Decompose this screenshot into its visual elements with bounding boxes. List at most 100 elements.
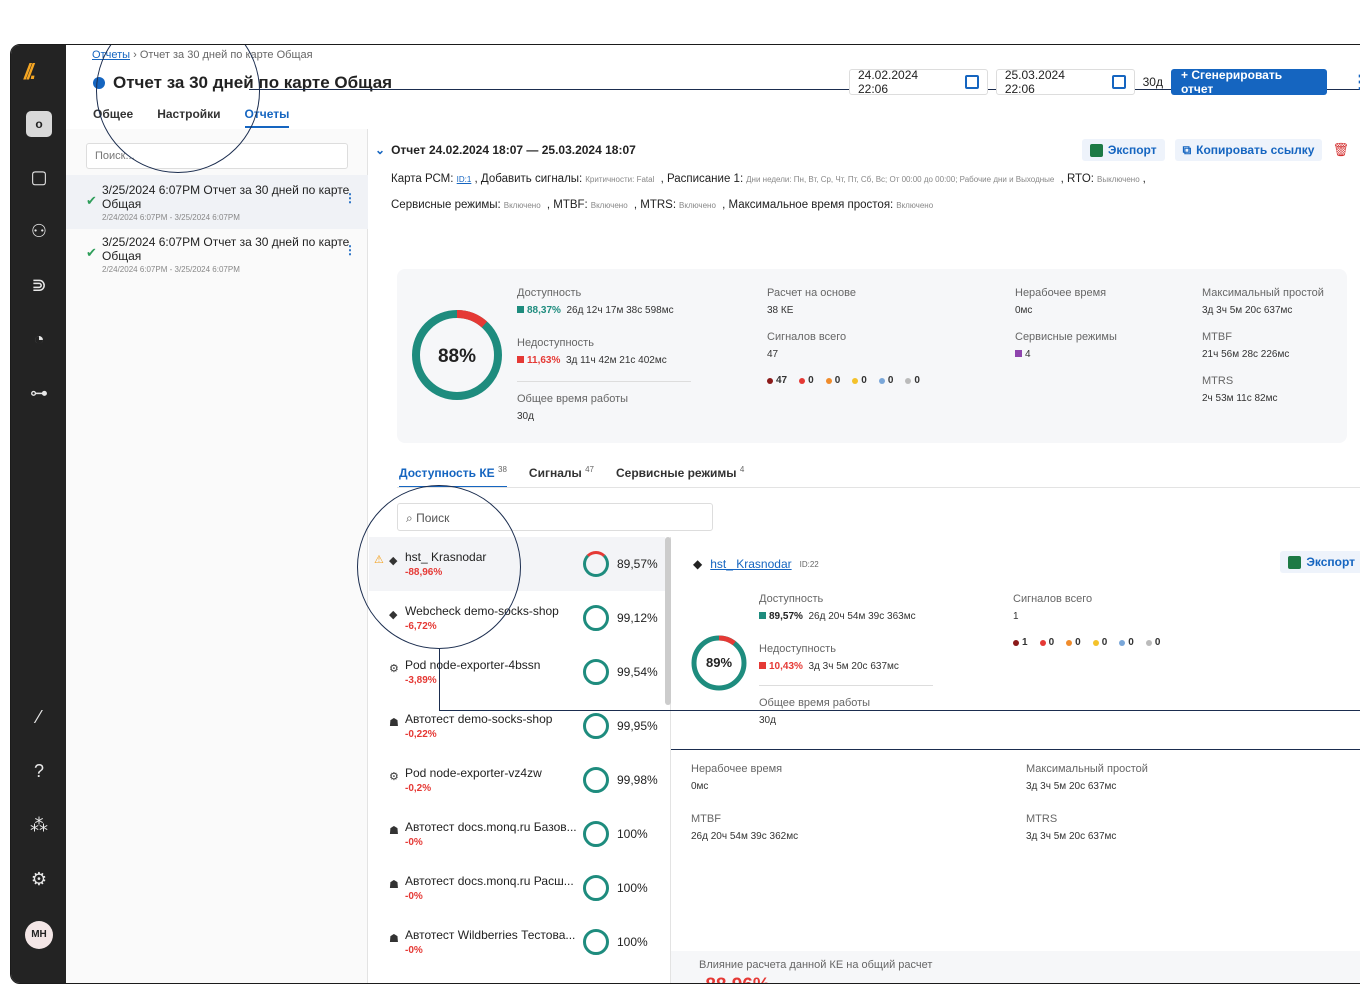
signals-stat: Сигналов всего 47 bbox=[767, 331, 846, 360]
tab-label: Сервисные режимы bbox=[616, 466, 737, 480]
tab-signals[interactable]: Сигналы 47 bbox=[529, 465, 594, 488]
check-icon: ✔ bbox=[86, 245, 97, 260]
stat-value: 0мс bbox=[1015, 305, 1033, 316]
report-list-item[interactable]: ✔ 3/25/2024 6:07PM Отчет за 30 дней по к… bbox=[66, 227, 368, 281]
report-item-range: 2/24/2024 6:07PM - 3/25/2024 6:07PM bbox=[102, 213, 240, 222]
ke-impact: -3,89% bbox=[405, 675, 437, 686]
ke-impact: -0,2% bbox=[405, 783, 432, 794]
export-label: Экспорт bbox=[1107, 143, 1157, 157]
stat-value: 38 КЕ bbox=[767, 305, 794, 316]
report-item-title: 3/25/2024 6:07PM Отчет за 30 дней по кар… bbox=[102, 183, 350, 211]
date-to-field[interactable]: 25.03.2024 22:06 bbox=[995, 68, 1135, 96]
copy-link-label: Копировать ссылку bbox=[1196, 143, 1315, 157]
stat-label: Сигналов всего bbox=[1013, 593, 1093, 605]
tab-service-modes[interactable]: Сервисные режимы 4 bbox=[616, 465, 744, 488]
calendar-icon[interactable] bbox=[964, 75, 979, 89]
stat-value: 30д bbox=[759, 715, 776, 726]
stat-value: 21ч 56м 28с 226мс bbox=[1202, 349, 1290, 360]
detail-tabs: Доступность КЕ 38 Сигналы 47 Сервисные р… bbox=[399, 465, 744, 488]
stat-value: 3д 11ч 42м 21с 402мс bbox=[565, 355, 667, 366]
ke-availability-ring bbox=[583, 929, 609, 955]
stat-label: Недоступность bbox=[517, 337, 594, 349]
ke-name: Pod node-exporter-vz4zw bbox=[405, 766, 542, 780]
workspace-button[interactable]: о bbox=[26, 111, 52, 137]
help-icon[interactable]: ? bbox=[25, 757, 53, 785]
more-menu-icon[interactable]: ⋮ bbox=[1351, 72, 1360, 93]
calendar-icon[interactable] bbox=[1111, 75, 1126, 89]
ke-type-icon: ☗ bbox=[389, 933, 399, 945]
ke-list-item[interactable]: ☗ Автотест docs.monq.ru Расш... -0% 100% bbox=[369, 861, 665, 915]
excel-icon bbox=[1288, 555, 1302, 569]
influence-panel: Влияние расчета данной КЕ на общий расче… bbox=[671, 951, 1360, 983]
ke-export-button[interactable]: Экспорт bbox=[1280, 551, 1360, 573]
param-value: Дни недели: Пн, Вт, Ср, Чт, Пт, Сб, Вс; … bbox=[746, 175, 1055, 184]
nonwork-stat: Нерабочее время 0мс bbox=[1015, 287, 1106, 316]
app-logo[interactable]: //. bbox=[24, 59, 36, 85]
report-params-line1: Карта РСМ: ID:1 , Добавить сигналы: Крити… bbox=[391, 173, 1146, 185]
report-list-item[interactable]: ✔ 3/25/2024 6:07PM Отчет за 30 дней по к… bbox=[66, 175, 368, 229]
ke-availability-value: 100% bbox=[617, 827, 648, 841]
ke-availability-stat: Доступность 89,57% 26д 20ч 54м 39с 363мс bbox=[759, 593, 916, 622]
ke-impact: -0,22% bbox=[405, 729, 437, 740]
chevron-down-icon[interactable]: ⌄ bbox=[375, 143, 385, 157]
people-icon[interactable]: ⁂ bbox=[25, 811, 53, 839]
gear-icon[interactable]: ⚙ bbox=[25, 865, 53, 893]
stat-label: Сервисные режимы bbox=[1015, 331, 1117, 343]
signal-icon[interactable]: ⋑ bbox=[25, 271, 53, 299]
param-value: Выключено bbox=[1097, 175, 1140, 184]
ke-type-icon: ☗ bbox=[389, 717, 399, 729]
more-icon[interactable]: ⋮ bbox=[344, 243, 356, 257]
copy-link-button[interactable]: ⧉ Копировать ссылку bbox=[1174, 139, 1323, 161]
param-value: Включено bbox=[896, 201, 934, 210]
excel-icon bbox=[1089, 143, 1103, 157]
more-icon[interactable]: ⋮ bbox=[344, 191, 356, 205]
divider bbox=[397, 487, 1360, 488]
flow-icon[interactable]: ⊶ bbox=[25, 379, 53, 407]
pie-icon[interactable]: ◔ bbox=[25, 325, 53, 353]
ke-list-item[interactable]: ☗ Автотест Wildberries Тестова... -0% 100% bbox=[369, 915, 665, 969]
tab-count: 4 bbox=[739, 465, 745, 474]
folder-icon[interactable]: ▢ bbox=[25, 163, 53, 191]
ke-list-item[interactable]: ☗ Автотест docs.monq.ru Базов... -0% 100% bbox=[369, 807, 665, 861]
stat-label: MTRS bbox=[1026, 813, 1058, 825]
service-modes-stat: Сервисные режимы 4 bbox=[1015, 331, 1117, 360]
ke-type-icon: ⚙ bbox=[389, 663, 399, 675]
severity-fatal: 47 bbox=[776, 375, 788, 386]
report-params-line2: Сервисные режимы: Включено , MTBF: Включен… bbox=[391, 199, 936, 211]
user-avatar[interactable]: МН bbox=[25, 921, 53, 949]
report-item-range: 2/24/2024 6:07PM - 3/25/2024 6:07PM bbox=[102, 265, 240, 274]
report-header[interactable]: ⌄ Отчет 24.02.2024 18:07 — 25.03.2024 18:… bbox=[375, 143, 636, 157]
ke-impact: -0% bbox=[405, 891, 423, 902]
influence-label: Влияние расчета данной КЕ на общий расче… bbox=[699, 959, 933, 971]
ke-name-link[interactable]: hst_ Krasnodar bbox=[710, 557, 791, 571]
magic-icon[interactable]: ⁄ bbox=[25, 703, 53, 731]
generate-report-button[interactable]: + Сгенерировать отчет bbox=[1170, 68, 1328, 96]
delete-icon[interactable]: 🗑 bbox=[1332, 142, 1349, 158]
stat-value: 3д 3ч 5м 20с 637мс bbox=[1202, 305, 1293, 316]
param-label: , Добавить сигналы: bbox=[474, 173, 583, 185]
date-controls: 24.02.2024 22:06 25.03.2024 22:06 30д + … bbox=[849, 68, 1360, 96]
export-button[interactable]: Экспорт bbox=[1081, 139, 1165, 161]
date-from-field[interactable]: 24.02.2024 22:06 bbox=[849, 68, 988, 96]
report-item-title: 3/25/2024 6:07PM Отчет за 30 дней по кар… bbox=[102, 235, 350, 263]
ke-name: Автотест docs.monq.ru Базов... bbox=[405, 820, 577, 834]
stat-pct: 89,57% bbox=[769, 611, 803, 622]
mtrs-stat: MTRS 2ч 53м 11с 82мс bbox=[1202, 375, 1277, 404]
tab-availability[interactable]: Доступность КЕ 38 bbox=[399, 465, 507, 488]
stat-value: 4 bbox=[1025, 349, 1031, 360]
cluster-icon[interactable]: ⚇ bbox=[25, 217, 53, 245]
ke-list-item[interactable]: ⚙ Pod node-exporter-vz4zw -0,2% 99,98% bbox=[369, 753, 665, 807]
tab-label: Сигналы bbox=[528, 466, 582, 480]
basis-stat: Расчет на основе 38 КЕ bbox=[767, 287, 856, 316]
map-id-link[interactable]: ID:1 bbox=[457, 175, 472, 184]
stat-label: Нерабочее время bbox=[1015, 287, 1107, 299]
severity-info: 0 bbox=[887, 375, 894, 386]
ke-type-icon: ☗ bbox=[389, 879, 399, 891]
ke-signals-stat: Сигналов всего 1 bbox=[1013, 593, 1092, 622]
stat-label: Расчет на основе bbox=[767, 287, 856, 299]
param-label: , RTO: bbox=[1060, 173, 1095, 185]
donut-label: 88% bbox=[438, 346, 476, 367]
severity-major: 0 bbox=[1075, 637, 1081, 648]
severity-critical: 0 bbox=[1048, 637, 1055, 648]
ke-list-item[interactable]: ◆str_ Demo.Zabbix-0%100% bbox=[369, 969, 665, 983]
